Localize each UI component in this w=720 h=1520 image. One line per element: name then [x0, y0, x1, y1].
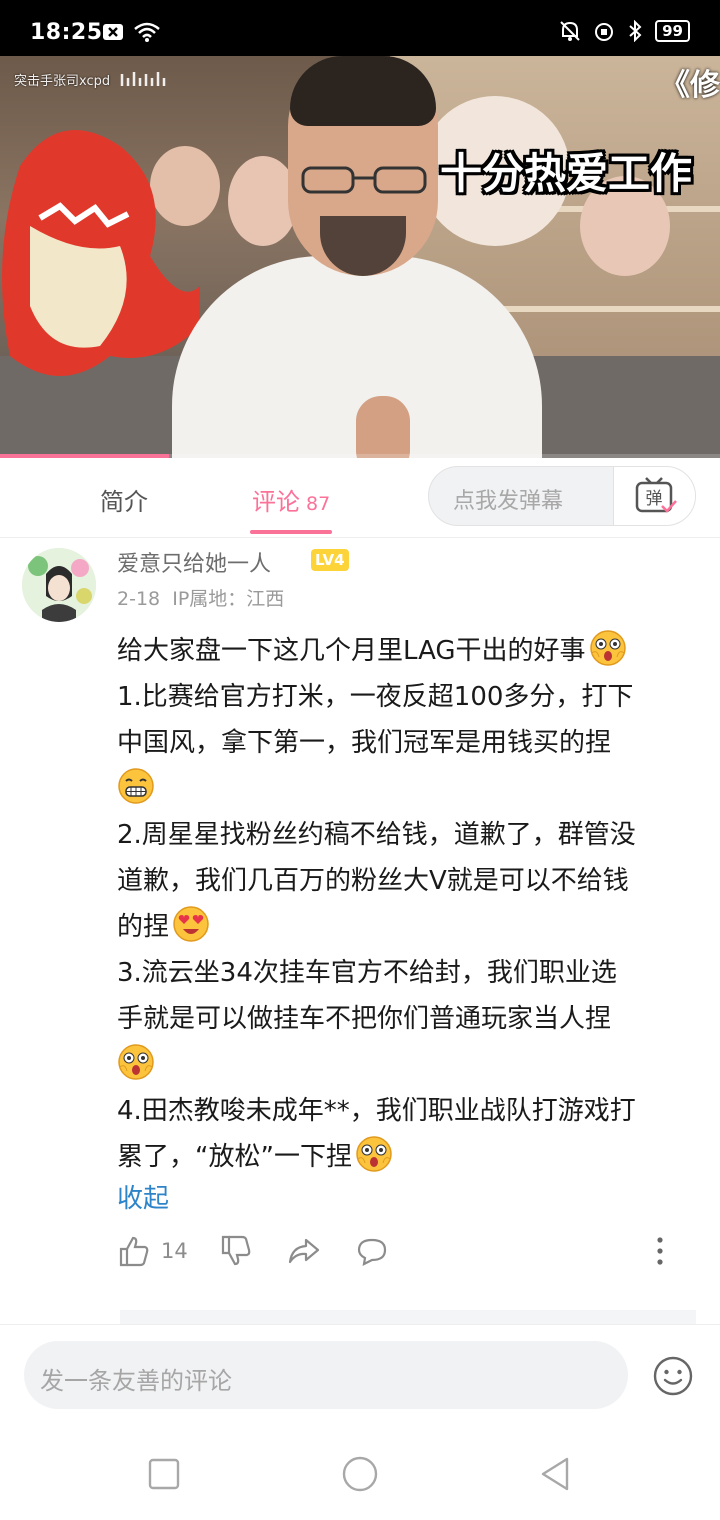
comment-input-placeholder: 发一条友善的评论 — [40, 1367, 232, 1395]
comment-ip-location: IP属地：江西 — [172, 588, 285, 610]
more-vertical-icon — [657, 1237, 663, 1265]
comment-actions: 14 — [117, 1234, 677, 1274]
scared-emoji-icon — [589, 630, 626, 666]
scared-emoji-icon — [118, 1044, 154, 1080]
share-icon — [288, 1238, 320, 1264]
avatar-image — [22, 548, 96, 622]
recent-apps-icon[interactable] — [144, 1454, 184, 1494]
video-corner-text: 《修 — [660, 68, 720, 103]
thumbs-down-icon — [221, 1235, 251, 1266]
status-bar: 18:25 99 — [0, 0, 720, 56]
notification-x-icon — [103, 24, 123, 40]
comment-text: 给大家盘一下这几个月里LAG干出的好事 1.比赛给官方打米，一夜反超100多分，… — [117, 628, 697, 1180]
avatar[interactable] — [22, 548, 96, 622]
system-navigation-bar — [0, 1424, 720, 1520]
comment-line: 1.比赛给官方打米，一夜反超100多分，打下 — [117, 682, 634, 712]
video-player[interactable]: 突击手张司xcpd 《修 十分热爱工作 — [0, 56, 720, 458]
like-button[interactable]: 14 — [117, 1234, 188, 1268]
level-badge: LV4 — [311, 549, 349, 571]
video-person-hair — [290, 56, 436, 126]
alarm-icon — [595, 23, 614, 41]
danmaku-placeholder: 点我发弹幕 — [453, 489, 564, 514]
collapse-link[interactable]: 收起 — [117, 1178, 169, 1215]
thumbs-up-icon — [119, 1236, 149, 1267]
comment-input[interactable]: 发一条友善的评论 — [24, 1341, 628, 1409]
wifi-icon — [134, 22, 160, 42]
danmaku-input[interactable]: 点我发弹幕 弹 — [428, 466, 696, 526]
video-person-glasses — [301, 166, 427, 194]
danmaku-button-label: 弹 — [646, 489, 663, 509]
video-watermark: 突击手张司xcpd — [14, 70, 172, 89]
video-person-hands — [356, 396, 410, 458]
comment-line: 道歉，我们几百万的粉丝大V就是可以不给钱 — [117, 866, 629, 896]
heart-eyes-emoji-icon — [173, 906, 209, 942]
comment-line — [117, 1042, 697, 1088]
bluetooth-icon — [629, 20, 642, 42]
tab-intro[interactable]: 简介 — [100, 482, 148, 517]
comment-line: 3.流云坐34次挂车官方不给封，我们职业选 — [117, 958, 617, 988]
comment-line: 4.田杰教唆未成年**，我们职业战队打游戏打 — [117, 1096, 636, 1126]
comment-meta: 2-18 IP属地：江西 — [117, 584, 284, 611]
comment-line: 给大家盘一下这几个月里LAG干出的好事 — [117, 628, 697, 674]
more-options-button[interactable] — [643, 1234, 677, 1268]
back-icon[interactable] — [536, 1454, 576, 1494]
comment-line: 手就是可以做挂车不把你们普通玩家当人捏 — [117, 1004, 612, 1034]
share-button[interactable] — [287, 1234, 321, 1268]
video-caption: 十分热爱工作 — [439, 149, 692, 198]
comment-date: 2-18 — [117, 588, 161, 610]
comment-username[interactable]: 爱意只给她一人 — [117, 546, 271, 578]
tab-bar: 简介 评论 87 点我发弹幕 弹 — [0, 458, 720, 538]
bilibili-logo-icon — [121, 72, 166, 86]
status-time: 18:25 — [30, 20, 103, 45]
comment-line: 累了，“放松”一下捏 — [117, 1134, 697, 1180]
tab-active-indicator — [250, 530, 332, 534]
reply-button[interactable] — [355, 1234, 389, 1268]
grin-emoji-icon — [118, 768, 154, 804]
emoji-picker-icon[interactable] — [652, 1355, 694, 1397]
tab-comments[interactable]: 评论 87 — [252, 482, 330, 517]
comment-line: 2.周星星找粉丝约稿不给钱，道歉了，群管没 — [117, 820, 636, 850]
comment-line: 中国风，拿下第一，我们冠军是用钱买的捏 — [117, 728, 612, 758]
danmaku-toggle-button[interactable]: 弹 — [613, 467, 695, 525]
dinosaur-plush — [2, 130, 200, 376]
home-icon[interactable] — [340, 1454, 380, 1494]
battery-indicator: 99 — [655, 20, 690, 42]
mute-bell-icon — [560, 21, 580, 41]
like-count: 14 — [161, 1239, 188, 1263]
comment-line: 的捏 — [117, 904, 697, 950]
scared-emoji-icon — [356, 1136, 392, 1172]
tab-comments-label: 评论 — [252, 488, 300, 516]
dislike-button[interactable] — [219, 1234, 253, 1268]
danmaku-tv-icon: 弹 — [635, 477, 677, 513]
comment-input-bar: 发一条友善的评论 — [0, 1324, 720, 1424]
tab-comments-count: 87 — [306, 493, 331, 515]
comment-bubble-icon — [357, 1238, 387, 1266]
comment-line — [117, 766, 697, 812]
